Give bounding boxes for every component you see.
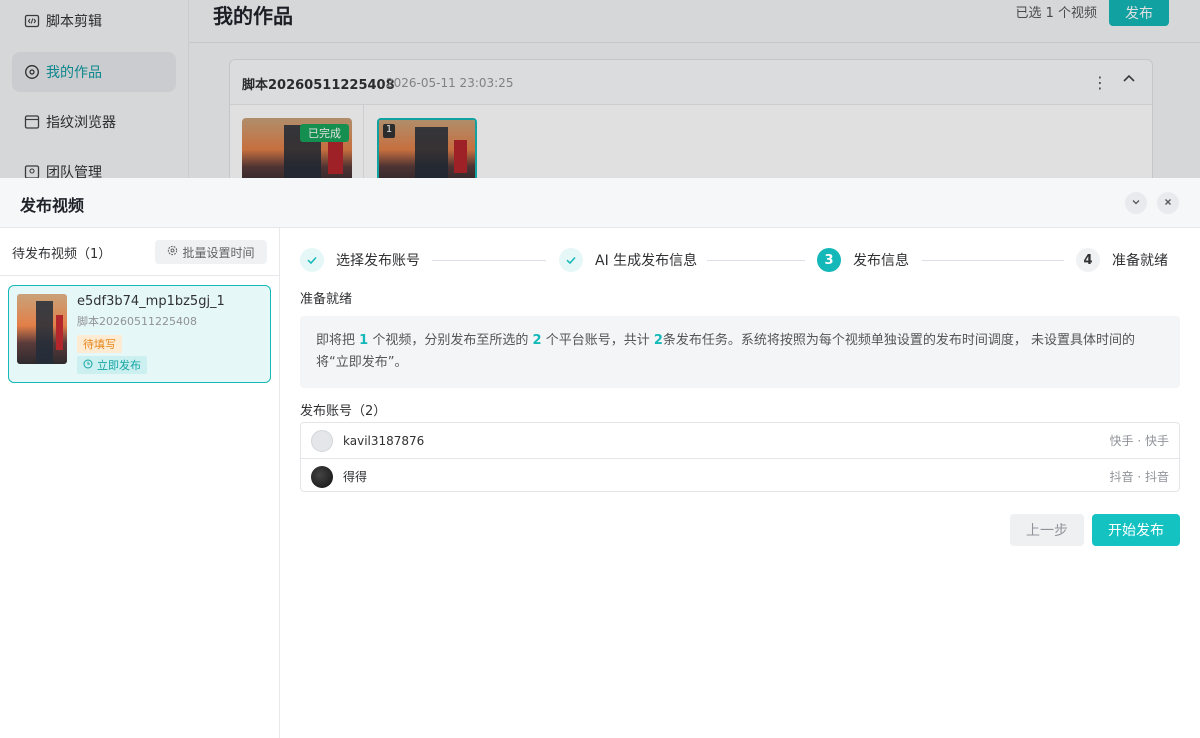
thumbnail-image [17, 294, 67, 364]
account-name: 得得 [343, 470, 368, 484]
close-icon [1163, 196, 1173, 211]
video-list-item[interactable]: e5df3b74_mp1bz5gj_1 脚本20260511225408 待填写… [8, 285, 271, 383]
schedule-badge[interactable]: 立即发布 [77, 356, 147, 374]
account-row[interactable]: 得得 抖音 · 抖音 [301, 458, 1179, 494]
batch-set-time-button[interactable]: 批量设置时间 [155, 240, 267, 264]
status-badge: 待填写 [77, 335, 122, 353]
check-icon [559, 248, 583, 272]
summary-video-count: 1 [359, 333, 369, 348]
check-icon [300, 248, 324, 272]
close-button[interactable] [1157, 192, 1179, 214]
step-label: AI 生成发布信息 [595, 253, 698, 269]
summary-task-count: 2 [653, 333, 663, 348]
gear-icon [167, 245, 178, 259]
start-publish-button[interactable]: 开始发布 [1092, 514, 1180, 546]
stepper: 选择发布账号 AI 生成发布信息 3 发布信息 4 准备就绪 [300, 248, 1180, 274]
avatar [311, 429, 333, 452]
publish-dialog: 发布视频 待发布视频（1） 批量设置时间 e5df3b74_mp1bz5gj_1… [0, 178, 1200, 738]
summary-text: 个视频，分别发布至所选的 [372, 333, 529, 348]
step-connector [922, 260, 1064, 261]
step-connector [707, 260, 805, 261]
step-number: 3 [817, 248, 841, 272]
account-name: kavil3187876 [343, 433, 425, 448]
step-label: 准备就绪 [1112, 253, 1168, 269]
publish-steps-panel: 选择发布账号 AI 生成发布信息 3 发布信息 4 准备就绪 准备就绪 即将把 … [280, 228, 1200, 738]
video-name: e5df3b74_mp1bz5gj_1 [77, 294, 225, 309]
step-ai-generate: AI 生成发布信息 [559, 248, 697, 272]
step-select-account: 选择发布账号 [300, 248, 420, 272]
step-connector [432, 260, 546, 261]
step-number: 4 [1076, 248, 1100, 272]
chevron-down-icon [1131, 196, 1141, 211]
pending-videos-header: 待发布视频（1） 批量设置时间 [0, 228, 279, 276]
step-publish-info: 3 发布信息 [817, 248, 909, 272]
modal-overlay[interactable] [0, 0, 1200, 180]
clock-icon [83, 359, 93, 372]
account-row[interactable]: kavil3187876 快手 · 快手 [301, 423, 1179, 458]
step-label: 选择发布账号 [336, 253, 420, 269]
dialog-header: 发布视频 [0, 178, 1200, 228]
video-script: 脚本20260511225408 [77, 315, 197, 328]
avatar [311, 465, 333, 488]
batch-set-time-label: 批量设置时间 [182, 245, 255, 260]
step-ready: 4 准备就绪 [1076, 248, 1168, 272]
summary-account-count: 2 [532, 333, 542, 348]
video-thumbnail [17, 294, 67, 364]
pending-videos-panel: 待发布视频（1） 批量设置时间 e5df3b74_mp1bz5gj_1 脚本20… [0, 228, 280, 738]
account-platform: 快手 · 快手 [1109, 434, 1169, 448]
step-label: 发布信息 [853, 253, 909, 269]
ready-section-title: 准备就绪 [300, 292, 353, 307]
summary-text: 个平台账号，共计 [545, 333, 650, 348]
summary-text: 即将把 [316, 333, 356, 348]
publish-summary: 即将把 1 个视频，分别发布至所选的 2 个平台账号，共计 2条发布任务。系统将… [300, 316, 1180, 388]
previous-step-button[interactable]: 上一步 [1010, 514, 1084, 546]
account-list: kavil3187876 快手 · 快手 得得 抖音 · 抖音 [300, 422, 1180, 492]
schedule-label: 立即发布 [97, 359, 141, 372]
dialog-title: 发布视频 [20, 196, 85, 215]
account-platform: 抖音 · 抖音 [1109, 470, 1169, 484]
pending-videos-title: 待发布视频（1） [12, 247, 112, 262]
accounts-section-title: 发布账号（2） [300, 404, 387, 419]
minimize-button[interactable] [1125, 192, 1147, 214]
